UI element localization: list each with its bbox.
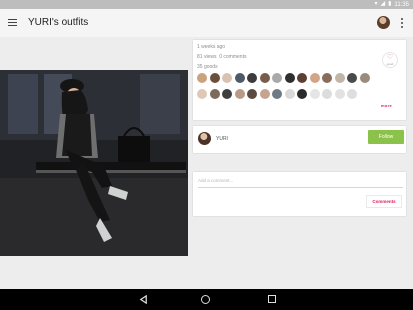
page-title: YURI's outfits bbox=[28, 17, 89, 28]
navigation-bar bbox=[0, 289, 413, 310]
liker-avatar[interactable] bbox=[297, 73, 307, 83]
liker-avatar[interactable] bbox=[284, 89, 295, 99]
owner-card: YURI Follow bbox=[193, 126, 406, 153]
goods-count[interactable]: 35 goods bbox=[197, 64, 218, 70]
liker-avatar[interactable] bbox=[297, 89, 307, 99]
liker-avatar[interactable] bbox=[247, 89, 257, 99]
liker-avatar[interactable] bbox=[209, 73, 220, 83]
home-icon[interactable] bbox=[201, 295, 210, 304]
liker-avatar[interactable] bbox=[234, 89, 245, 99]
follow-button[interactable]: Follow bbox=[368, 130, 404, 144]
heart-icon: ♡ bbox=[386, 54, 394, 61]
post-time: 1 weeks ago bbox=[197, 44, 226, 50]
comment-input[interactable]: Add a comment... bbox=[198, 178, 403, 188]
liker-avatar[interactable] bbox=[347, 89, 357, 99]
hamburger-menu-icon[interactable] bbox=[8, 17, 20, 29]
good-button[interactable]: ♡ good bbox=[382, 52, 398, 68]
liker-avatar[interactable] bbox=[272, 89, 282, 99]
liker-avatar[interactable] bbox=[334, 73, 345, 83]
liker-avatar[interactable] bbox=[222, 89, 232, 99]
more-vert-icon[interactable] bbox=[399, 17, 405, 29]
liker-avatar[interactable] bbox=[272, 73, 282, 83]
liker-avatar[interactable] bbox=[309, 73, 320, 83]
liker-avatar[interactable] bbox=[259, 73, 270, 83]
liker-avatar[interactable] bbox=[322, 89, 332, 99]
liker-avatar[interactable] bbox=[259, 89, 270, 99]
post-stats-card: 1 weeks ago 81 views 0 comments 35 goods… bbox=[193, 40, 406, 120]
liker-avatar[interactable] bbox=[197, 89, 207, 99]
liker-avatar[interactable] bbox=[284, 73, 295, 83]
liker-avatar[interactable] bbox=[347, 73, 357, 83]
owner-avatar[interactable] bbox=[198, 132, 211, 145]
signal-icon: ◢ bbox=[380, 1, 386, 7]
post-views-comments: 81 views 0 comments bbox=[197, 54, 246, 60]
app-bar: YURI's outfits bbox=[0, 9, 413, 37]
liker-avatar[interactable] bbox=[234, 73, 245, 83]
views-count: 81 views bbox=[197, 54, 217, 60]
likers-list bbox=[197, 73, 387, 105]
liker-avatar[interactable] bbox=[247, 73, 257, 83]
more-likers-link[interactable]: more bbox=[381, 103, 392, 108]
wifi-icon: ▾ bbox=[374, 1, 378, 7]
status-bar: ▾ ◢ ▮ 11:35 bbox=[0, 0, 413, 9]
battery-icon: ▮ bbox=[388, 1, 392, 7]
comments-button[interactable]: Comments bbox=[366, 195, 402, 208]
liker-avatar[interactable] bbox=[359, 73, 370, 83]
good-label: good bbox=[386, 62, 394, 66]
liker-avatar[interactable] bbox=[322, 73, 332, 83]
comments-count: 0 comments bbox=[219, 54, 247, 60]
status-time: 11:35 bbox=[394, 1, 409, 8]
comment-card: Add a comment... Comments bbox=[193, 172, 406, 216]
recents-icon[interactable] bbox=[268, 295, 276, 303]
liker-avatar[interactable] bbox=[334, 89, 345, 99]
likers-row bbox=[197, 89, 387, 99]
liker-avatar[interactable] bbox=[222, 73, 232, 83]
liker-avatar[interactable] bbox=[197, 73, 207, 83]
liker-avatar[interactable] bbox=[309, 89, 320, 99]
back-icon[interactable] bbox=[139, 295, 148, 304]
outfit-photo[interactable] bbox=[0, 70, 188, 256]
owner-name[interactable]: YURI bbox=[216, 136, 228, 142]
likers-row bbox=[197, 73, 387, 83]
avatar[interactable] bbox=[377, 16, 390, 29]
liker-avatar[interactable] bbox=[209, 89, 220, 99]
